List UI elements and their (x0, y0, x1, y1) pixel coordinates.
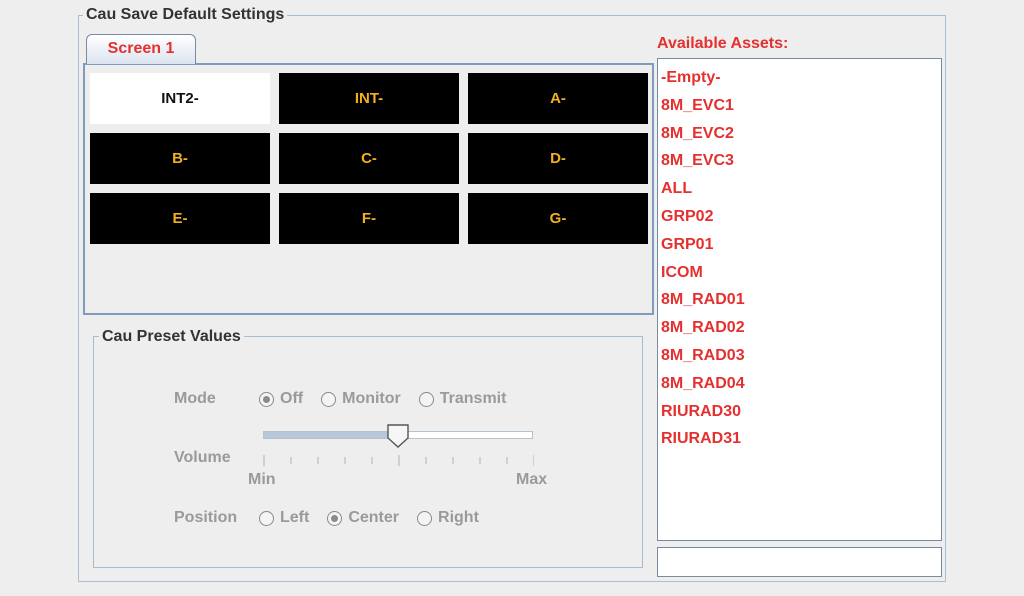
grid-cell-d[interactable]: D- (468, 133, 648, 184)
asset-grid: INT2- INT- A- B- C- D- E- F- G- (90, 73, 648, 244)
tab-screen-1[interactable]: Screen 1 (86, 34, 196, 64)
asset-item[interactable]: 8M_RAD04 (661, 370, 941, 398)
volume-slider-fill (264, 432, 399, 438)
position-option-right-label: Right (438, 509, 479, 526)
grid-cell-a[interactable]: A- (468, 73, 648, 124)
radio-unchecked-icon (321, 391, 337, 407)
volume-ticks (263, 455, 534, 466)
grid-cell-c[interactable]: C- (279, 133, 459, 184)
volume-min-label: Min (248, 471, 276, 488)
asset-item[interactable]: -Empty- (661, 64, 941, 92)
position-radio-group: Left Center Right (259, 509, 497, 527)
asset-item[interactable]: 8M_EVC3 (661, 147, 941, 175)
grid-cell-b[interactable]: B- (90, 133, 270, 184)
mode-option-transmit-label: Transmit (439, 390, 507, 407)
radio-unchecked-icon (418, 391, 434, 407)
grid-cell-int2[interactable]: INT2- (90, 73, 270, 124)
position-option-center-label: Center (348, 509, 400, 526)
asset-item[interactable]: RIURAD31 (661, 425, 941, 453)
grid-cell-g[interactable]: G- (468, 193, 648, 244)
asset-filter-input[interactable] (657, 547, 942, 577)
screen-panel: INT2- INT- A- B- C- D- E- F- G- (83, 63, 654, 315)
volume-slider-thumb[interactable] (386, 423, 410, 449)
asset-item[interactable]: RIURAD30 (661, 398, 941, 426)
asset-item[interactable]: ICOM (661, 259, 941, 287)
position-label: Position (174, 509, 238, 526)
mode-option-monitor-label: Monitor (342, 390, 401, 407)
radio-checked-icon (259, 391, 274, 407)
asset-item[interactable]: 8M_RAD03 (661, 342, 941, 370)
preset-title: Cau Preset Values (99, 328, 244, 346)
radio-unchecked-icon (417, 510, 433, 526)
position-radio-right[interactable]: Right (417, 509, 479, 527)
radio-checked-icon (327, 510, 343, 526)
volume-label: Volume (174, 449, 231, 466)
asset-item[interactable]: 8M_RAD01 (661, 286, 941, 314)
mode-radio-transmit[interactable]: Transmit (418, 390, 507, 408)
position-option-left-label: Left (280, 509, 310, 526)
grid-cell-e[interactable]: E- (90, 193, 270, 244)
volume-max-label: Max (516, 471, 548, 488)
asset-item[interactable]: 8M_EVC1 (661, 92, 941, 120)
mode-label: Mode (174, 390, 216, 407)
asset-item[interactable]: ALL (661, 175, 941, 203)
mode-radio-monitor[interactable]: Monitor (321, 390, 401, 408)
asset-item[interactable]: GRP02 (661, 203, 941, 231)
asset-item[interactable]: GRP01 (661, 231, 941, 259)
mode-radio-group: Off Monitor Transmit (259, 390, 524, 408)
grid-cell-f[interactable]: F- (279, 193, 459, 244)
asset-item[interactable]: 8M_EVC2 (661, 120, 941, 148)
asset-item[interactable]: 8M_RAD02 (661, 314, 941, 342)
radio-unchecked-icon (259, 510, 274, 526)
assets-title: Available Assets: (657, 35, 789, 52)
grid-cell-int[interactable]: INT- (279, 73, 459, 124)
assets-list[interactable]: -Empty- 8M_EVC1 8M_EVC2 8M_EVC3 ALL GRP0… (657, 58, 942, 541)
mode-radio-off[interactable]: Off (259, 390, 303, 408)
mode-option-off-label: Off (280, 390, 304, 407)
position-radio-center[interactable]: Center (327, 509, 399, 527)
position-radio-left[interactable]: Left (259, 509, 309, 527)
settings-title: Cau Save Default Settings (83, 6, 288, 24)
